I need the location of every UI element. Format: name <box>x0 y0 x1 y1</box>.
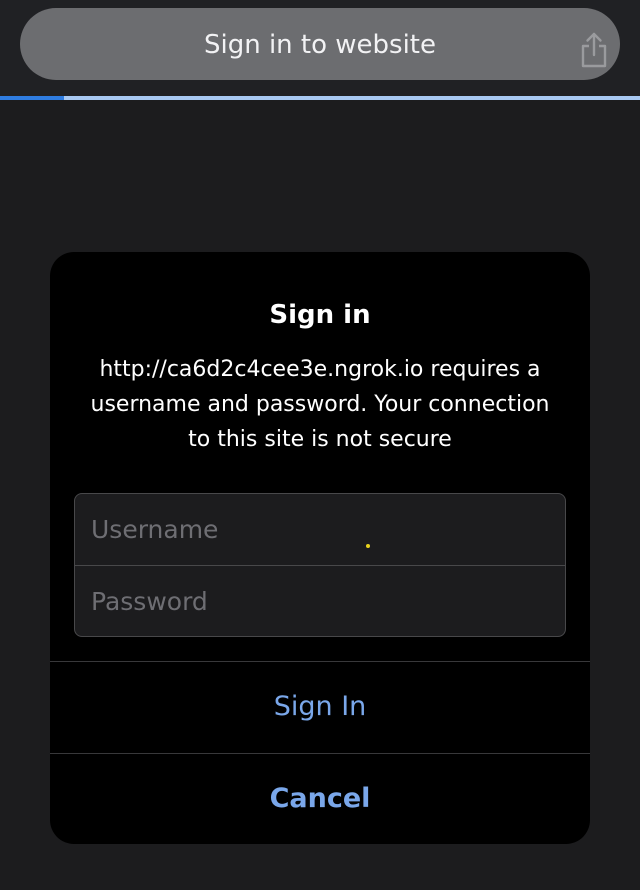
cancel-button[interactable]: Cancel <box>50 754 590 844</box>
sign-in-button[interactable]: Sign In <box>50 662 590 752</box>
dialog-message: http://ca6d2c4cee3e.ngrok.io requires a … <box>90 357 550 452</box>
browser-page: Sign in to website Sign in http://ca6d2c… <box>0 0 640 890</box>
address-bar[interactable]: Sign in to website <box>20 8 620 80</box>
password-field[interactable] <box>75 566 565 636</box>
address-bar-title: Sign in to website <box>203 30 437 60</box>
credentials-fields <box>74 493 566 637</box>
page-load-progress-fill <box>0 96 64 100</box>
username-field[interactable] <box>75 494 565 565</box>
browser-toolbar: Sign in to website <box>0 0 640 96</box>
pointer-indicator <box>366 544 370 548</box>
page-load-progress-bar <box>0 96 640 100</box>
dialog-title: Sign in <box>269 300 371 330</box>
share-icon[interactable] <box>578 32 610 68</box>
sign-in-dialog: Sign in http://ca6d2c4cee3e.ngrok.io req… <box>50 252 590 844</box>
